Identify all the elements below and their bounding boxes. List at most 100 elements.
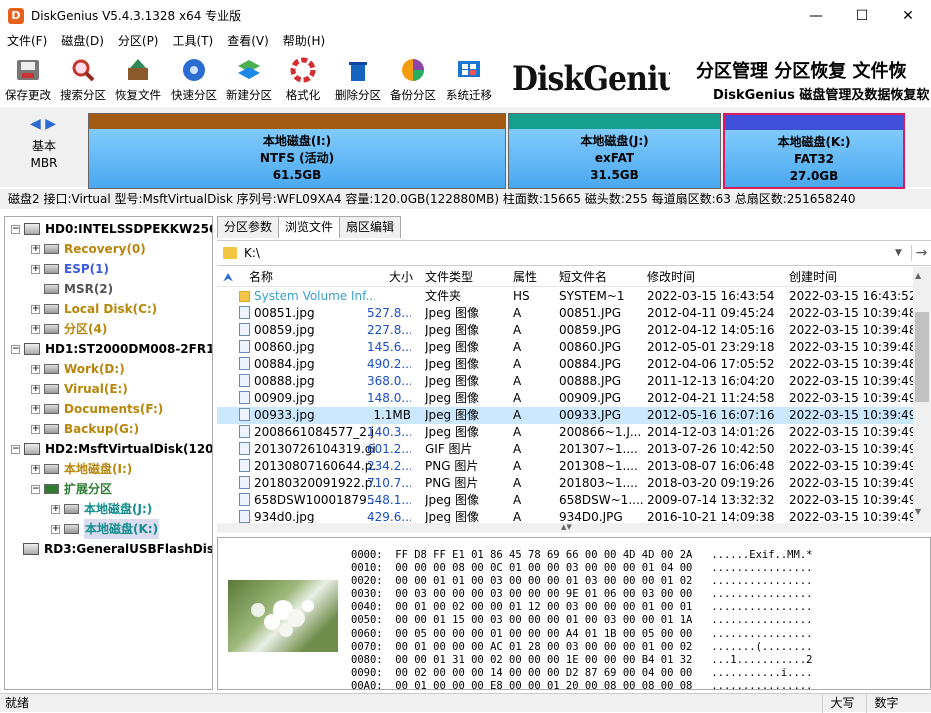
file-row[interactable]: 20130726104319.gif 601.2... GIF 图片 A 201307~… xyxy=(217,441,913,458)
file-row[interactable]: 00888.jpg 368.0... Jpeg 图像 A 00888.JPG 2011-1… xyxy=(217,373,913,390)
file-cell-wrap: A xyxy=(513,424,553,441)
partition-block-i[interactable]: 本地磁盘(I:) NTFS (活动) 61.5GB xyxy=(88,113,506,189)
file-row[interactable]: 00851.jpg 527.8... Jpeg 图像 A 00851.JPG 2012-0… xyxy=(217,305,913,322)
file-cell: 2022-03-15 10:39:48 xyxy=(789,340,913,354)
file-row[interactable]: 00860.jpg 145.6... Jpeg 图像 A 00860.JPG 2012-0… xyxy=(217,339,913,356)
tree-node-hd1[interactable]: − HD1:ST2000DM008-2FR102 xyxy=(11,339,212,359)
file-cell-wrap: 00859.jpg xyxy=(239,322,375,339)
file-row[interactable]: 00859.jpg 227.8... Jpeg 图像 A 00859.JPG 2012-0… xyxy=(217,322,913,339)
file-row[interactable]: 20130807160644.p... 234.2... PNG 图片 A 201308… xyxy=(217,458,913,475)
tree-node-local-i[interactable]: + 本地磁盘(I:) xyxy=(31,459,132,479)
expand-icon[interactable]: + xyxy=(31,364,40,374)
collapse-icon[interactable]: − xyxy=(11,344,20,354)
quick-partition-button[interactable]: 快速分区 xyxy=(166,51,222,107)
file-row[interactable]: 20180320091922.p... 710.7... PNG 图片 A 201803… xyxy=(217,475,913,492)
file-cell-wrap: 234.2... xyxy=(367,458,411,475)
file-cell-wrap: 2013-08-07 16:06:48 xyxy=(647,458,787,475)
expand-icon[interactable]: + xyxy=(31,244,40,254)
tree-node-work-d[interactable]: + Work(D:) xyxy=(31,359,125,379)
tree-node-virual-e[interactable]: + Virual(E:) xyxy=(31,379,128,399)
tab-sector-edit[interactable]: 扇区编辑 xyxy=(339,216,402,238)
splitter-arrow-icon[interactable]: ▲▼ xyxy=(561,523,572,531)
col-header-shortname[interactable]: 短文件名 xyxy=(559,267,644,287)
expand-icon[interactable]: + xyxy=(31,384,40,394)
tree-node-rd3[interactable]: RD3:GeneralUSBFlashDisk xyxy=(23,539,212,559)
menu-help[interactable]: 帮助(H) xyxy=(276,31,332,51)
expand-icon[interactable]: + xyxy=(51,524,60,534)
menu-tools[interactable]: 工具(T) xyxy=(166,31,221,51)
collapse-icon[interactable]: − xyxy=(11,444,20,454)
tree-node-hd0[interactable]: − HD0:INTELSSDPEKKW256G xyxy=(11,219,212,239)
menu-partition[interactable]: 分区(P) xyxy=(111,31,166,51)
disk-nav-arrows-icon[interactable]: ◀ ▶ xyxy=(30,116,56,132)
chevron-down-icon[interactable]: ▼ xyxy=(895,248,911,258)
system-migrate-button[interactable]: 系统迁移 xyxy=(440,51,498,107)
tree-node-esp[interactable]: + ESP(1) xyxy=(31,259,109,279)
collapse-icon[interactable]: − xyxy=(11,224,20,234)
scroll-up-icon[interactable]: ▲ xyxy=(915,271,921,280)
tree-node-local-k[interactable]: + 本地磁盘(K:) xyxy=(51,519,160,539)
file-row[interactable]: 00909.jpg 148.0... Jpeg 图像 A 00909.JPG 2012-0… xyxy=(217,390,913,407)
expand-icon[interactable]: + xyxy=(31,324,40,334)
format-button[interactable]: 格式化 xyxy=(276,51,330,107)
scrollbar-thumb[interactable] xyxy=(915,312,929,402)
magnifier-icon xyxy=(68,55,98,85)
splitter-bar[interactable]: ▲▼ xyxy=(217,523,931,533)
backup-partition-button[interactable]: 备份分区 xyxy=(386,51,440,107)
menu-view[interactable]: 查看(V) xyxy=(220,31,276,51)
tree-node-msr[interactable]: MSR(2) xyxy=(31,279,113,299)
search-partition-button[interactable]: 搜索分区 xyxy=(56,51,110,107)
up-folder-icon[interactable]: ⮝ xyxy=(223,267,241,287)
tree-node-local-j[interactable]: + 本地磁盘(J:) xyxy=(51,499,152,519)
col-header-size[interactable]: 大小 xyxy=(387,267,413,287)
tree-node-extended[interactable]: − 扩展分区 xyxy=(31,479,112,499)
expand-icon[interactable]: + xyxy=(31,304,40,314)
col-header-attr[interactable]: 属性 xyxy=(513,267,553,287)
hex-line: 0070: 00 01 00 00 00 AC 01 28 00 03 00 0… xyxy=(351,640,813,653)
save-changes-button[interactable]: 保存更改 xyxy=(0,51,56,107)
col-header-name[interactable]: 名称 xyxy=(249,267,389,287)
minimize-button[interactable]: — xyxy=(793,0,839,31)
expand-icon[interactable]: + xyxy=(31,464,40,474)
maximize-button[interactable]: ☐ xyxy=(839,0,885,31)
collapse-icon[interactable]: − xyxy=(31,484,40,494)
file-row[interactable]: 934d0.jpg 429.6... Jpeg 图像 A 934D0.JPG 2016-1… xyxy=(217,509,913,523)
file-row[interactable]: 658DSW10001879... 548.1... Jpeg 图像 A 658DSW~… xyxy=(217,492,913,509)
expand-icon[interactable]: + xyxy=(51,504,60,514)
tree-node-hd2[interactable]: −HD2:MsftVirtualDisk(120GB) xyxy=(11,439,212,459)
recover-files-button[interactable]: 恢复文件 xyxy=(110,51,166,107)
file-cell: A xyxy=(513,323,522,337)
file-row[interactable]: 00884.jpg 490.2... Jpeg 图像 A 00884.JPG 2012-0… xyxy=(217,356,913,373)
partition-block-j[interactable]: 本地磁盘(J:) exFAT 31.5GB xyxy=(508,113,721,189)
tree-node-documents-f[interactable]: + Documents(F:) xyxy=(31,399,163,419)
new-partition-button[interactable]: 新建分区 xyxy=(222,51,276,107)
expand-icon[interactable]: + xyxy=(31,424,40,434)
file-cell: 2012-04-12 14:05:16 xyxy=(647,323,775,337)
path-input[interactable]: K:\ xyxy=(244,242,895,264)
close-button[interactable]: ✕ xyxy=(885,0,931,31)
partition-block-k[interactable]: 本地磁盘(K:) FAT32 27.0GB xyxy=(723,113,905,189)
tree-node-backup-g[interactable]: + Backup(G:) xyxy=(31,419,139,439)
expand-icon[interactable]: + xyxy=(31,264,40,274)
menu-file[interactable]: 文件(F) xyxy=(0,31,54,51)
file-row[interactable]: 00933.jpg 1.1MB Jpeg 图像 A 00933.JPG 2012-05-1… xyxy=(217,407,913,424)
tree-node-recovery[interactable]: + Recovery(0) xyxy=(31,239,146,259)
file-row[interactable]: System Volume Inf... 文件夹 HS SYSTEM~1 2022-03… xyxy=(217,288,913,305)
scroll-down-icon[interactable]: ▼ xyxy=(915,507,921,516)
tab-browse-files[interactable]: 浏览文件 xyxy=(278,216,341,238)
tree-node-partition-4[interactable]: + 分区(4) xyxy=(31,319,107,339)
col-header-created[interactable]: 创建时间 xyxy=(789,267,913,287)
col-header-type[interactable]: 文件类型 xyxy=(425,267,510,287)
file-cell: A xyxy=(513,425,522,439)
delete-partition-button[interactable]: 删除分区 xyxy=(330,51,386,107)
col-header-modified[interactable]: 修改时间 xyxy=(647,267,777,287)
go-arrow-icon[interactable]: → xyxy=(911,245,931,261)
file-cell: 2018-03-20 09:19:26 xyxy=(647,476,775,490)
file-cell-wrap: 2013-07-26 10:42:50 xyxy=(647,441,787,458)
expand-icon[interactable]: + xyxy=(31,404,40,414)
tree-node-local-c[interactable]: + Local Disk(C:) xyxy=(31,299,157,319)
file-list-scrollbar[interactable]: ▲ ▼ xyxy=(913,267,931,523)
tab-partition-params[interactable]: 分区参数 xyxy=(217,216,280,238)
file-row[interactable]: 2008661084577_2.j... 140.3... Jpeg 图像 A 2008… xyxy=(217,424,913,441)
menu-disk[interactable]: 磁盘(D) xyxy=(54,31,111,51)
